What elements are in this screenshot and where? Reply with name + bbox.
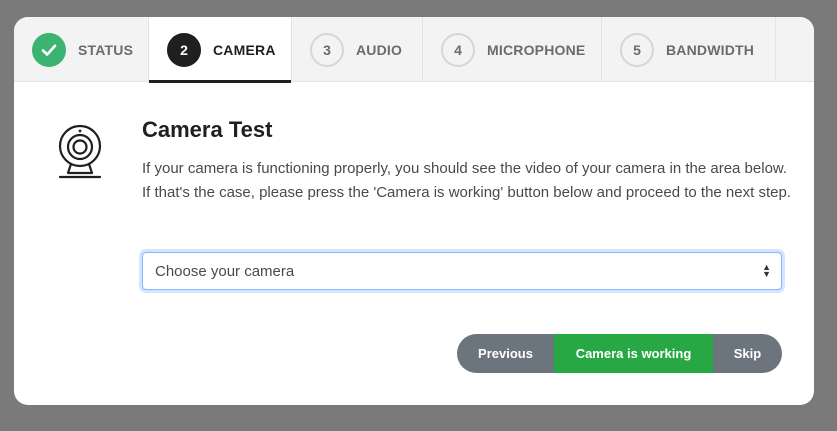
- tab-status[interactable]: STATUS: [14, 17, 149, 82]
- tab-bandwidth-label: BANDWIDTH: [666, 41, 755, 58]
- webcam-icon: [54, 121, 106, 181]
- skip-button[interactable]: Skip: [713, 334, 782, 373]
- camera-select[interactable]: Choose your camera ▲ ▼: [142, 252, 782, 290]
- tab-bandwidth-number: 5: [620, 32, 654, 67]
- tab-microphone-label: MICROPHONE: [487, 41, 586, 58]
- previous-button[interactable]: Previous: [457, 334, 554, 373]
- tab-microphone[interactable]: 4 MICROPHONE: [423, 17, 602, 82]
- tab-status-label: STATUS: [78, 41, 134, 58]
- tab-camera-number: 2: [167, 32, 201, 67]
- check-icon: [32, 32, 66, 67]
- camera-working-button[interactable]: Camera is working: [554, 334, 713, 373]
- tab-camera[interactable]: 2 CAMERA: [149, 17, 292, 83]
- tab-audio-number: 3: [310, 32, 344, 67]
- tab-microphone-number: 4: [441, 32, 475, 67]
- tab-audio-label: AUDIO: [356, 41, 403, 58]
- select-arrows-icon: ▲ ▼: [762, 262, 771, 279]
- wizard-steps: STATUS 2 CAMERA 3 AUDIO 4 MICROPHONE 5 B…: [14, 17, 814, 83]
- camera-select-value: Choose your camera: [155, 262, 295, 280]
- page-title: Camera Test: [142, 117, 273, 142]
- tab-audio[interactable]: 3 AUDIO: [292, 17, 423, 82]
- tab-camera-label: CAMERA: [213, 41, 276, 58]
- tab-bandwidth[interactable]: 5 BANDWIDTH: [602, 17, 776, 82]
- instructions-text: If your camera is functioning properly, …: [142, 160, 791, 201]
- camera-test-dialog: STATUS 2 CAMERA 3 AUDIO 4 MICROPHONE 5 B…: [14, 17, 814, 405]
- action-buttons: Previous Camera is working Skip: [457, 334, 782, 373]
